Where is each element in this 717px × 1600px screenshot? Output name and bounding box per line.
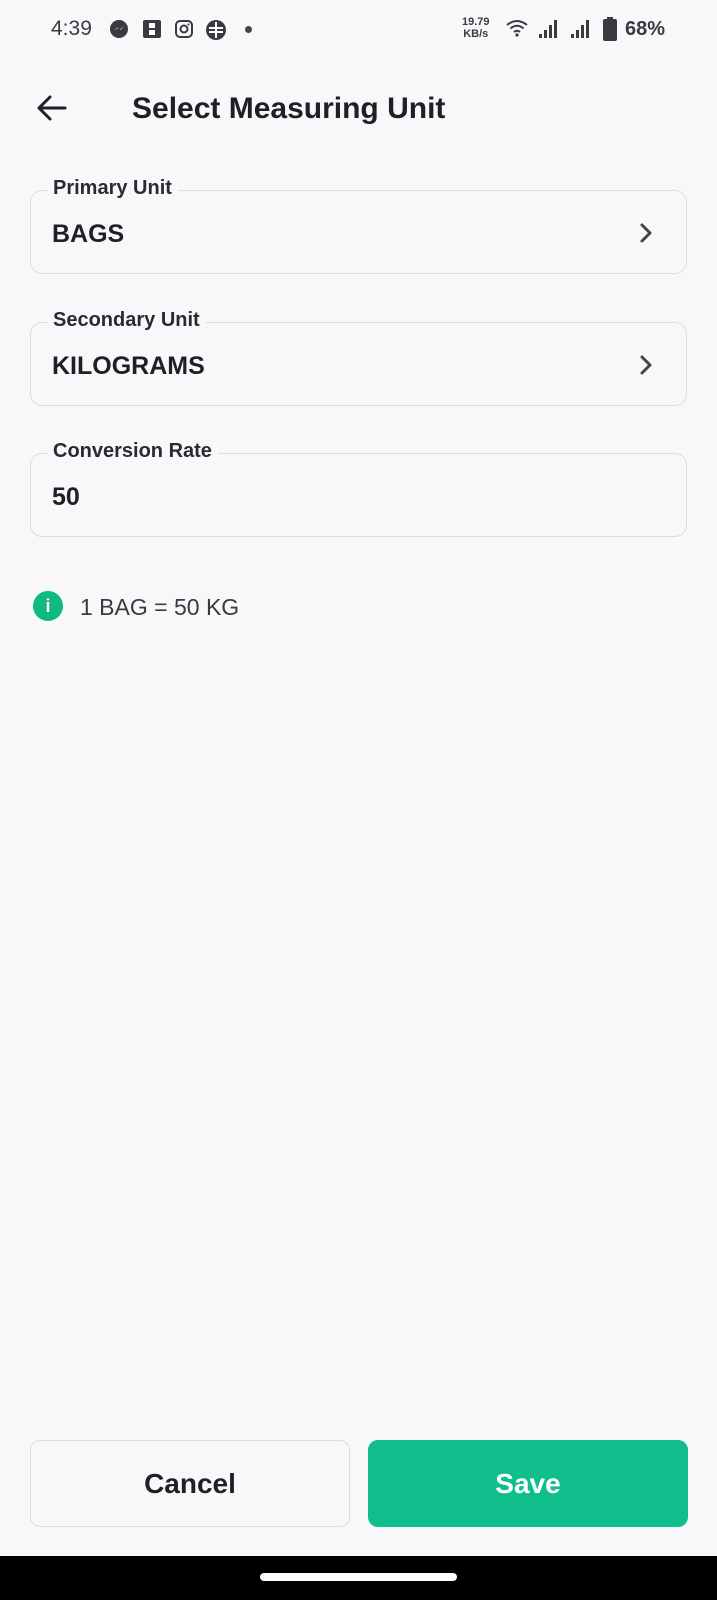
wifi-icon	[506, 18, 528, 38]
system-navigation-bar	[0, 1556, 717, 1600]
primary-unit-field[interactable]: Primary Unit BAGS	[30, 177, 687, 274]
info-icon: i	[33, 591, 63, 621]
primary-unit-label: Primary Unit	[47, 177, 178, 200]
primary-unit-value: BAGS	[52, 220, 125, 248]
status-time: 4:39	[51, 17, 92, 40]
conversion-rate-field[interactable]: Conversion Rate 50	[30, 440, 687, 537]
conversion-rate-label: Conversion Rate	[47, 440, 218, 463]
secondary-unit-field[interactable]: Secondary Unit KILOGRAMS	[30, 309, 687, 406]
messenger-icon	[109, 19, 129, 39]
page-title: Select Measuring Unit	[132, 92, 446, 125]
app-icon	[142, 19, 162, 39]
network-speed-value: 19.79	[462, 16, 490, 28]
notification-dot-icon	[245, 26, 252, 33]
secondary-unit-label: Secondary Unit	[47, 309, 206, 332]
conversion-rate-input[interactable]: 50	[52, 483, 80, 512]
cancel-button[interactable]: Cancel	[30, 1440, 350, 1527]
back-button[interactable]	[30, 88, 74, 132]
network-speed-unit: KB/s	[463, 28, 489, 40]
chevron-right-icon	[636, 353, 656, 377]
battery-icon	[603, 17, 623, 41]
secondary-unit-value: KILOGRAMS	[52, 352, 205, 380]
battery-percentage: 68%	[625, 18, 666, 40]
signal-icon	[538, 19, 558, 39]
status-bar: 4:39 19.79 KB/s 68%	[0, 0, 717, 60]
app-icon-2	[205, 19, 226, 40]
arrow-left-icon	[36, 94, 68, 127]
network-speed: 19.79 KB/s	[462, 16, 490, 40]
conversion-info-text: 1 BAG = 50 KG	[80, 594, 240, 620]
chevron-right-icon	[636, 221, 656, 245]
instagram-icon	[174, 19, 194, 39]
home-handle[interactable]	[260, 1573, 457, 1581]
save-button[interactable]: Save	[368, 1440, 688, 1527]
signal-icon-2	[570, 19, 590, 39]
